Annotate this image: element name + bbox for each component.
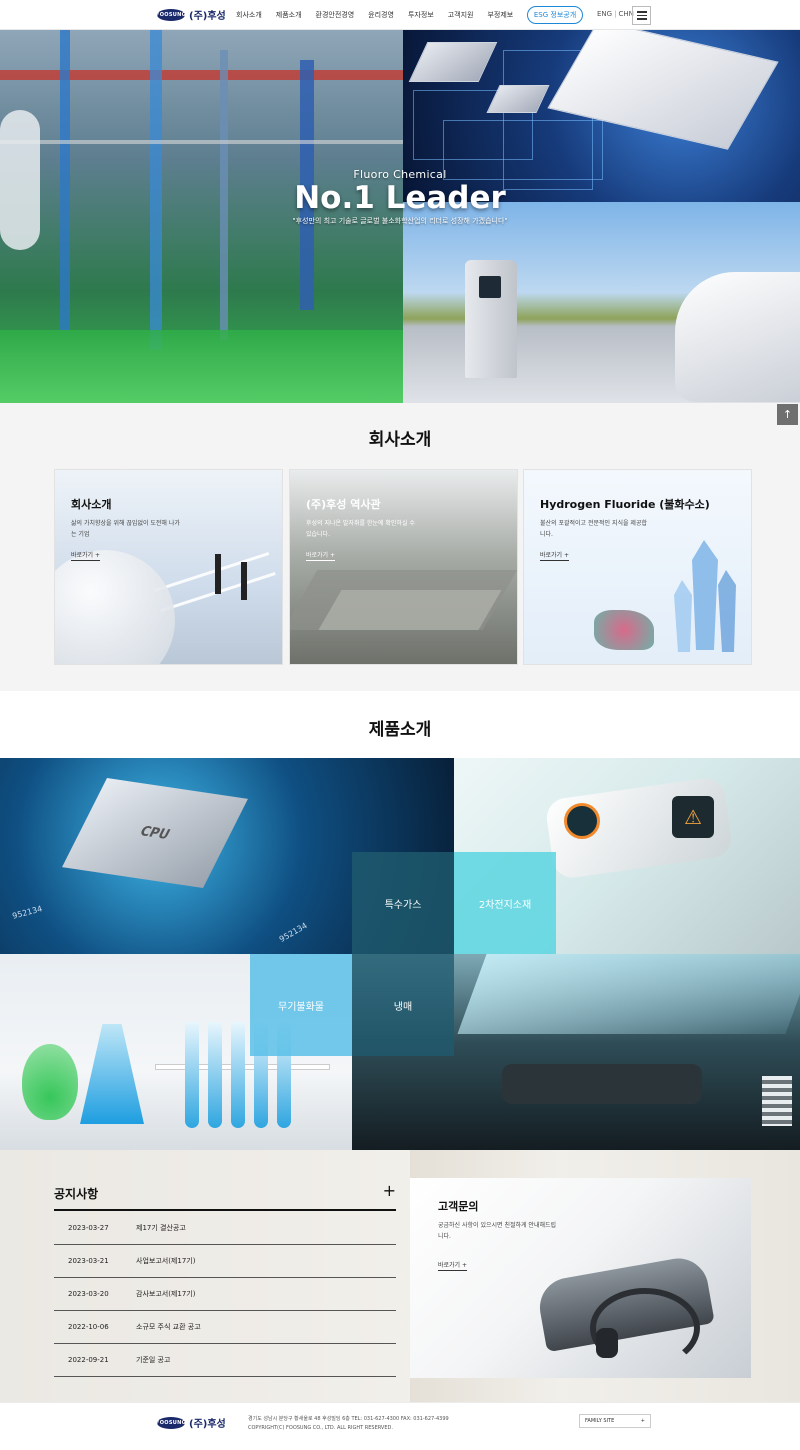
contact-desc: 궁금하신 사항이 있으시면 친절하게 안내해드립니다.: [438, 1222, 557, 1240]
footer-info: 경기도 성남시 분당구 황새울로 48 후성빌딩 6층 TEL: 031-627…: [248, 1415, 449, 1433]
nav-env-safety[interactable]: 환경안전경영: [316, 10, 355, 20]
nav-report[interactable]: 부정제보: [487, 10, 513, 20]
main-nav: 회사소개 제품소개 환경안전경영 윤리경영 투자정보 고객지원 부정제보: [236, 0, 527, 30]
lang-separator: |: [614, 10, 617, 18]
logo-text: (주)후성: [189, 11, 226, 22]
notice-date: 2023-03-27: [68, 1224, 109, 1232]
site-header: FOOSUNG (주)후성 회사소개 제품소개 환경안전경영 윤리경영 투자정보…: [0, 0, 800, 30]
car-icon: [675, 272, 800, 402]
company-card-hf[interactable]: Hydrogen Fluoride (불화수소) 불산의 포괄적이고 전문적인 …: [523, 469, 752, 665]
site-logo[interactable]: FOOSUNG (주)후성: [156, 7, 226, 22]
charger-icon: [465, 260, 517, 378]
notice-date: 2023-03-20: [68, 1290, 109, 1298]
notice-item[interactable]: 2023-03-20 감사보고서(제17기): [54, 1278, 396, 1311]
footer-copyright: COPYRIGHT(C) FOOSUNG CO., LTD. ALL RIGHT…: [248, 1425, 393, 1431]
contact-title: 고객문의: [438, 1200, 479, 1213]
hamburger-icon[interactable]: [632, 6, 651, 25]
logo-text: (주)후성: [189, 1419, 226, 1430]
page: FOOSUNG (주)후성 회사소개 제품소개 환경안전경영 윤리경영 투자정보…: [0, 0, 800, 1450]
scroll-top-button[interactable]: ↑: [777, 404, 798, 425]
warning-icon: ⚠: [672, 796, 714, 838]
logo-mark: FOOSUNG: [156, 1416, 186, 1429]
logo-mark: FOOSUNG: [156, 8, 186, 21]
footer-logo: FOOSUNG (주)후성: [156, 1415, 226, 1430]
lang-eng[interactable]: ENG: [597, 10, 612, 18]
nav-company[interactable]: 회사소개: [236, 10, 262, 20]
chip-label: 952134: [11, 904, 44, 921]
notice-item[interactable]: 2022-09-21 기준일 공고: [54, 1344, 396, 1377]
ev-charging-image: [403, 202, 800, 403]
nav-investor[interactable]: 투자정보: [408, 10, 434, 20]
notice-date: 2022-09-21: [68, 1356, 109, 1364]
customer-inquiry-card[interactable]: 고객문의 궁금하신 사항이 있으시면 친절하게 안내해드립니다. 바로가기 +: [410, 1178, 751, 1378]
card-desc: 삶의 가치향상을 위해 끊임없이 도전해 나가는 기업: [71, 520, 180, 538]
crystal-icon: [674, 540, 744, 660]
cpu-label: CPU: [137, 823, 173, 843]
plus-icon: +: [640, 1418, 645, 1424]
company-section: 회사소개 회사소개 삶의 가치향상을 위해 끊임없이 도전해 나가는 기업 바로…: [0, 403, 800, 691]
nav-products[interactable]: 제품소개: [276, 10, 302, 20]
company-card-intro[interactable]: 회사소개 삶의 가치향상을 위해 끊임없이 도전해 나가는 기업 바로가기 +: [54, 469, 283, 665]
notice-header: 공지사항 +: [54, 1181, 396, 1211]
plus-icon[interactable]: +: [383, 1181, 396, 1200]
products-grid: CPU 952134 952134 ⚠ 특수가스 2차전지소재 무기불화물 냉매: [0, 758, 800, 1150]
card-link[interactable]: 바로가기 +: [71, 550, 101, 561]
hero-description: "후성만의 최고 기술로 글로벌 불소화학산업의 리더로 성장해 가겠습니다": [292, 217, 508, 225]
card-desc: 불산의 포괄적이고 전문적인 지식을 제공합니다.: [540, 520, 647, 538]
chip-label: 952134: [277, 920, 309, 945]
card-link[interactable]: 바로가기 +: [540, 550, 570, 561]
nav-support[interactable]: 고객지원: [448, 10, 474, 20]
notice-text: 제17기 결산공고: [136, 1224, 186, 1232]
notice-text: 감사보고서(제17기): [136, 1290, 196, 1298]
notice-item[interactable]: 2023-03-27 제17기 결산공고: [54, 1212, 396, 1245]
card-link[interactable]: 바로가기 +: [306, 550, 336, 561]
tile-battery-material[interactable]: 2차전지소재: [454, 852, 556, 954]
footer-address: 경기도 성남시 분당구 황새울로 48 후성빌딩 6층 TEL: 031-627…: [248, 1416, 449, 1422]
company-card-history[interactable]: (주)후성 역사관 후성의 지나온 발자취를 한눈에 확인하실 수 있습니다. …: [289, 469, 518, 665]
notice-item[interactable]: 2022-10-06 소규모 주식 교환 공고: [54, 1311, 396, 1344]
notice-text: 소규모 주식 교환 공고: [136, 1323, 201, 1331]
notice-text: 사업보고서(제17기): [136, 1257, 196, 1265]
notice-contact-section: 공지사항 + 2023-03-27 제17기 결산공고 2023-03-21 사…: [0, 1150, 800, 1402]
notice-title: 공지사항: [54, 1187, 99, 1201]
hero-banner: Fluoro Chemical No.1 Leader "후성만의 최고 기술로…: [0, 30, 800, 403]
notice-board: 공지사항 + 2023-03-27 제17기 결산공고 2023-03-21 사…: [0, 1150, 410, 1402]
tile-special-gas[interactable]: 특수가스: [352, 852, 454, 954]
card-title: Hydrogen Fluoride (불화수소): [540, 498, 710, 511]
nav-ethics[interactable]: 윤리경영: [368, 10, 394, 20]
card-title: (주)후성 역사관: [306, 498, 381, 511]
notice-text: 기준일 공고: [136, 1356, 171, 1364]
notice-date: 2023-03-21: [68, 1257, 109, 1265]
company-section-title: 회사소개: [368, 430, 432, 450]
language-switch: ENG | CHN: [597, 10, 634, 18]
notice-date: 2022-10-06: [68, 1323, 109, 1331]
family-site-label: FAMILY SITE: [585, 1418, 615, 1424]
products-header: 제품소개: [0, 691, 800, 758]
contact-link[interactable]: 바로가기 +: [438, 1260, 468, 1271]
hero-title: No.1 Leader: [294, 180, 506, 216]
card-desc: 후성의 지나온 발자취를 한눈에 확인하실 수 있습니다.: [306, 520, 415, 538]
card-title: 회사소개: [71, 498, 112, 511]
esg-button[interactable]: ESG 정보공개: [527, 6, 583, 24]
site-footer: FOOSUNG (주)후성 경기도 성남시 분당구 황새울로 48 후성빌딩 6…: [0, 1402, 800, 1440]
notice-item[interactable]: 2023-03-21 사업보고서(제17기): [54, 1245, 396, 1278]
family-site-select[interactable]: FAMILY SITE +: [579, 1414, 651, 1428]
hero-text: Fluoro Chemical No.1 Leader "후성만의 최고 기술로…: [0, 168, 800, 226]
products-section-title: 제품소개: [368, 720, 432, 740]
tile-refrigerant[interactable]: 냉매: [352, 954, 454, 1056]
tile-inorganic-fluoride[interactable]: 무기불화물: [250, 954, 352, 1056]
